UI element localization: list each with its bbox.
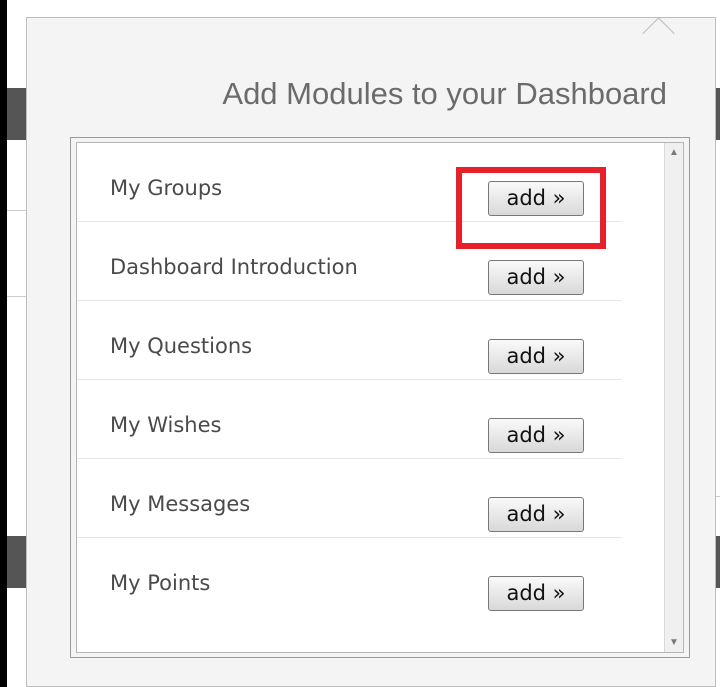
popup-title: Add Modules to your Dashboard	[222, 76, 667, 111]
add-my-messages-button[interactable]: add »	[488, 497, 584, 532]
module-label: My Groups	[110, 176, 223, 200]
module-label: Dashboard Introduction	[110, 255, 358, 279]
module-label: My Messages	[110, 492, 251, 516]
module-row: My Messages add »	[77, 459, 622, 538]
module-row: My Questions add »	[77, 301, 622, 380]
module-label: My Wishes	[110, 413, 222, 437]
background-divider	[7, 210, 26, 211]
module-row: My Wishes add »	[77, 380, 622, 459]
module-row: My Points add »	[77, 538, 622, 617]
module-label: My Questions	[110, 334, 253, 358]
add-modules-popup: Add Modules to your Dashboard My Groups …	[26, 17, 716, 687]
add-my-wishes-button[interactable]: add »	[488, 418, 584, 453]
module-label: My Points	[110, 571, 211, 595]
add-dashboard-introduction-button[interactable]: add »	[488, 260, 584, 295]
popup-caret	[642, 17, 675, 50]
add-my-points-button[interactable]: add »	[488, 576, 584, 611]
scroll-down-icon[interactable]: ▼	[669, 637, 679, 648]
scrollbar[interactable]: ▲ ▼	[664, 143, 683, 652]
add-my-questions-button[interactable]: add »	[488, 339, 584, 374]
background-bar	[7, 536, 26, 588]
background-bar	[7, 88, 26, 140]
background-divider	[7, 296, 26, 297]
scroll-up-icon[interactable]: ▲	[669, 147, 679, 158]
highlight-box	[456, 167, 606, 249]
